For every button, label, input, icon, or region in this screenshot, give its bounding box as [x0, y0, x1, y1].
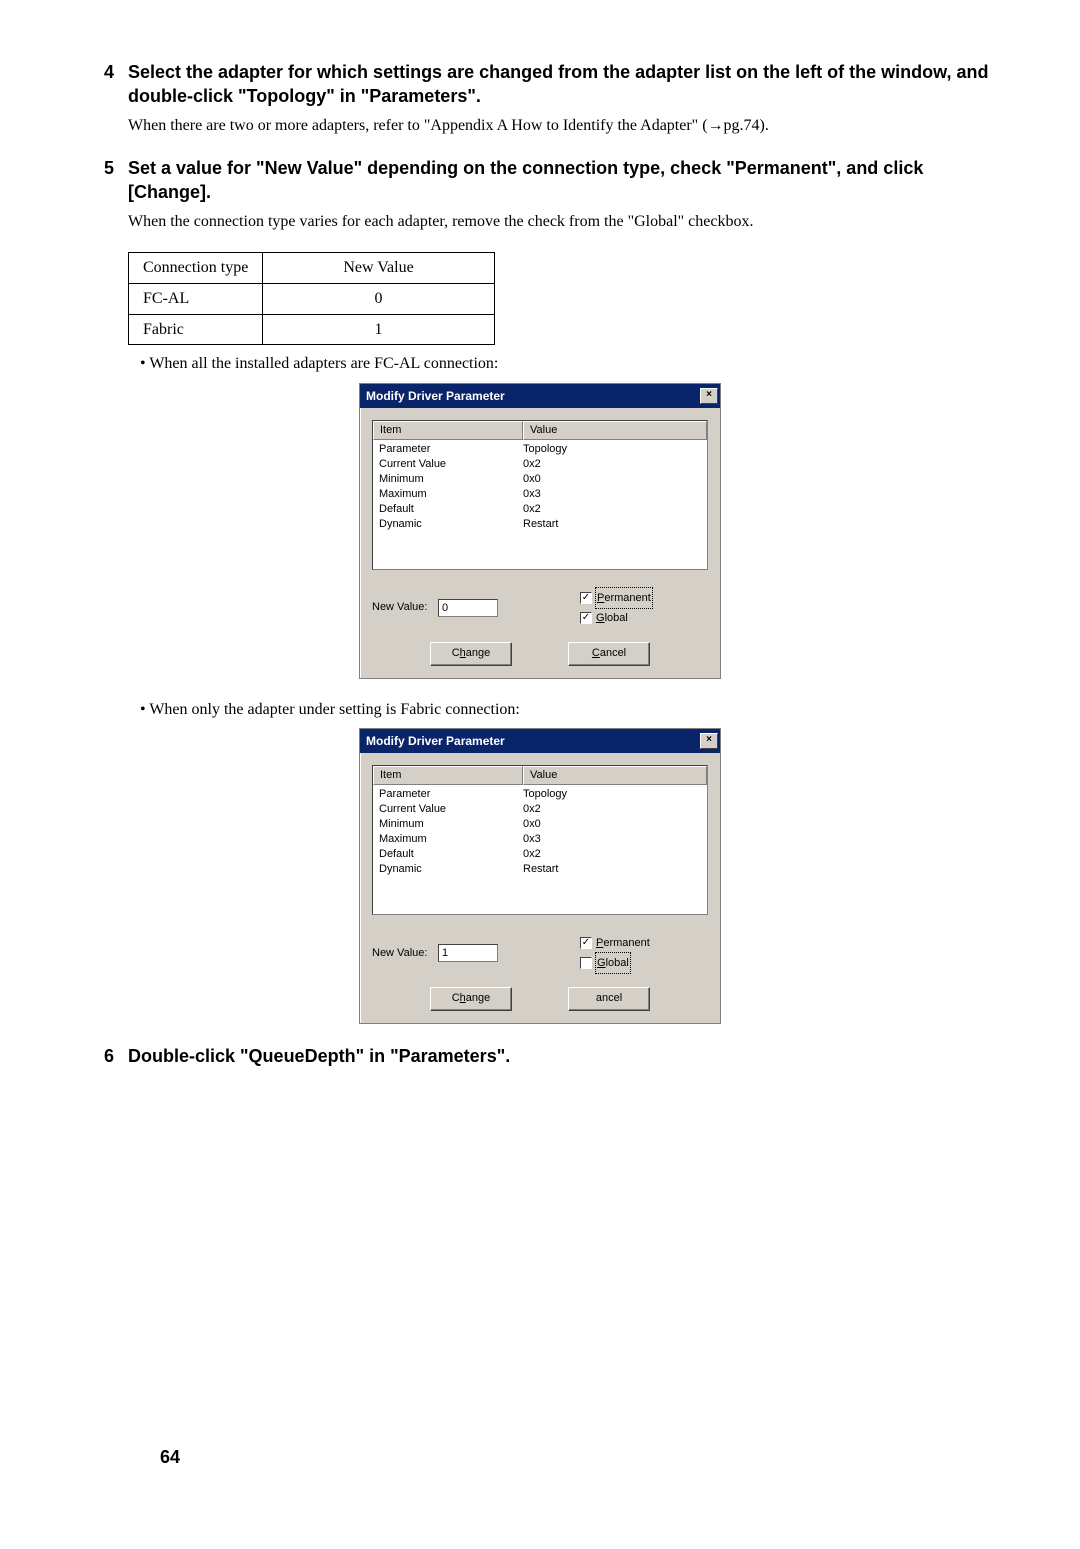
modify-driver-parameter-dialog-2: Modify Driver Parameter × Item Value Par… [359, 728, 721, 1024]
new-value-input[interactable] [438, 944, 498, 962]
modify-driver-parameter-dialog-1: Modify Driver Parameter × Item Value Par… [359, 383, 721, 679]
global-checkbox[interactable]: ✓ [580, 612, 592, 624]
step-4: 4 Select the adapter for which settings … [80, 60, 1000, 136]
list-item: Maximum0x3 [379, 832, 707, 847]
list-item: Current Value0x2 [379, 802, 707, 817]
list-item: Default0x2 [379, 847, 707, 862]
table-header-connection-type: Connection type [129, 253, 263, 284]
table-row: Fabric 1 [129, 314, 495, 345]
permanent-label[interactable]: Permanent [596, 933, 650, 953]
table-cell-new-value: 1 [263, 314, 494, 345]
permanent-label[interactable]: Permanent [596, 588, 652, 608]
list-item: DynamicRestart [379, 517, 707, 532]
listview-rows: ParameterTopology Current Value0x2 Minim… [373, 785, 707, 877]
list-item: Minimum0x0 [379, 817, 707, 832]
listview-header-value[interactable]: Value [523, 766, 707, 785]
table-row: FC-AL 0 [129, 283, 495, 314]
table-cell-conn-type: FC-AL [129, 283, 263, 314]
close-icon[interactable]: × [700, 388, 718, 404]
cancel-button[interactable]: Cancel [568, 642, 650, 666]
list-item: Current Value0x2 [379, 457, 707, 472]
bullet-fcal: When all the installed adapters are FC-A… [140, 353, 1000, 375]
step-5-title: Set a value for "New Value" depending on… [128, 156, 1000, 205]
dialog-title: Modify Driver Parameter [366, 388, 505, 404]
list-item: Default0x2 [379, 502, 707, 517]
step-5-number: 5 [80, 156, 128, 180]
dialog-titlebar: Modify Driver Parameter × [360, 729, 720, 753]
table-cell-new-value: 0 [263, 283, 494, 314]
list-item: Maximum0x3 [379, 487, 707, 502]
new-value-label: New Value: [372, 600, 438, 615]
permanent-checkbox[interactable]: ✓ [580, 937, 592, 949]
bullet-fabric: When only the adapter under setting is F… [140, 699, 1000, 721]
listview-header-item[interactable]: Item [373, 766, 523, 785]
step-6-number: 6 [80, 1044, 128, 1068]
step-4-number: 4 [80, 60, 128, 84]
change-button[interactable]: Change [430, 987, 512, 1011]
step-6-title: Double-click "QueueDepth" in "Parameters… [128, 1044, 1000, 1068]
page-number: 64 [160, 1445, 180, 1469]
table-header-row: Connection type New Value [129, 253, 495, 284]
list-item: ParameterTopology [379, 787, 707, 802]
global-label[interactable]: Global [596, 953, 630, 973]
step-5-body: When the connection type varies for each… [128, 211, 1000, 233]
listview-rows: ParameterTopology Current Value0x2 Minim… [373, 440, 707, 532]
step-4-body: When there are two or more adapters, ref… [128, 115, 1000, 137]
parameter-listview: Item Value ParameterTopology Current Val… [372, 765, 708, 915]
table-header-new-value: New Value [263, 253, 494, 284]
step-4-title: Select the adapter for which settings ar… [128, 60, 1000, 109]
global-checkbox[interactable] [580, 957, 592, 969]
step-5: 5 Set a value for "New Value" depending … [80, 156, 1000, 232]
connection-type-table: Connection type New Value FC-AL 0 Fabric… [128, 252, 495, 345]
listview-header-item[interactable]: Item [373, 421, 523, 440]
dialog-titlebar: Modify Driver Parameter × [360, 384, 720, 408]
new-value-input[interactable] [438, 599, 498, 617]
list-item: ParameterTopology [379, 442, 707, 457]
step-6: 6 Double-click "QueueDepth" in "Paramete… [80, 1044, 1000, 1068]
list-item: DynamicRestart [379, 862, 707, 877]
dialog-title: Modify Driver Parameter [366, 733, 505, 749]
cancel-button[interactable]: ancel [568, 987, 650, 1011]
listview-header-value[interactable]: Value [523, 421, 707, 440]
parameter-listview: Item Value ParameterTopology Current Val… [372, 420, 708, 570]
change-button[interactable]: Change [430, 642, 512, 666]
close-icon[interactable]: × [700, 733, 718, 749]
table-cell-conn-type: Fabric [129, 314, 263, 345]
global-label[interactable]: Global [596, 608, 628, 628]
permanent-checkbox[interactable]: ✓ [580, 592, 592, 604]
new-value-label: New Value: [372, 946, 438, 961]
list-item: Minimum0x0 [379, 472, 707, 487]
